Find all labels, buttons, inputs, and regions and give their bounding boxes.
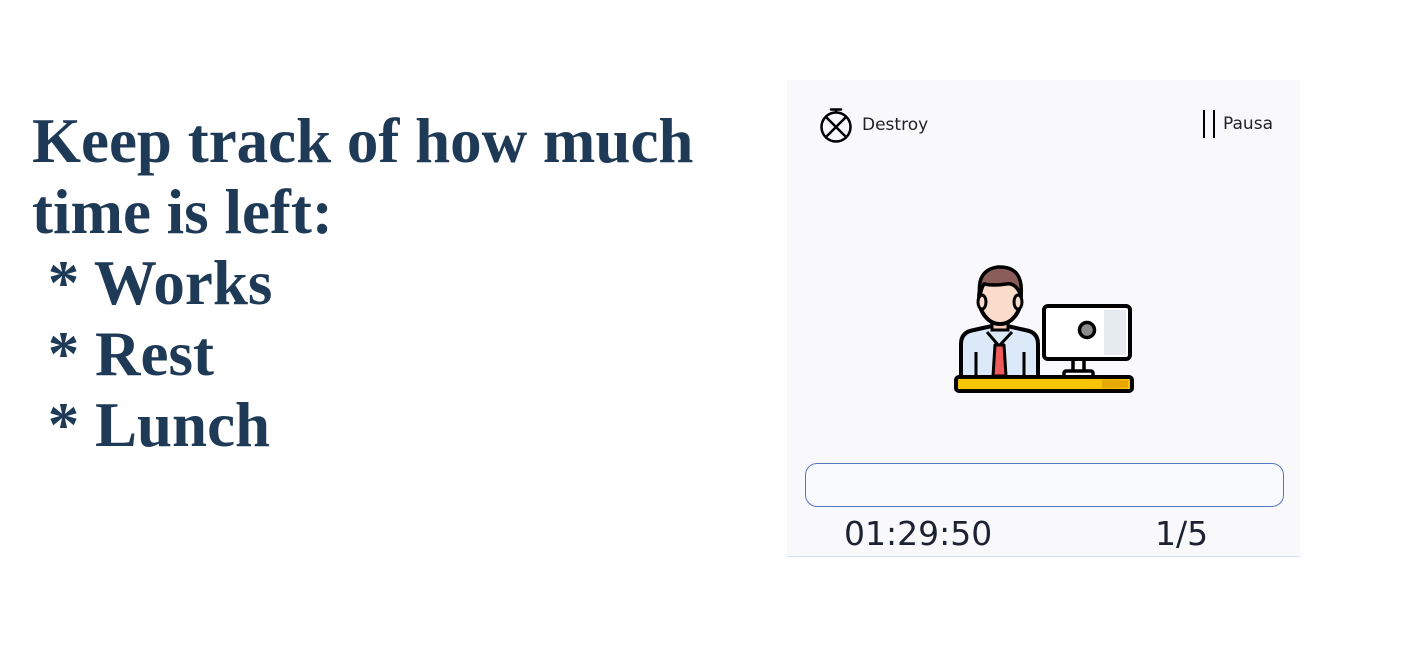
headline-line: * Lunch xyxy=(32,390,271,460)
timer-widget: Destroy Pausa 01:29:50 1/5 xyxy=(787,80,1300,557)
headline-line: Keep track of how much xyxy=(32,106,694,176)
headline-line: * Rest xyxy=(32,319,214,389)
pause-label: Pausa xyxy=(1223,114,1273,134)
headline: Keep track of how much time is left: * W… xyxy=(32,106,693,461)
office-worker-icon xyxy=(954,265,1134,393)
destroy-label: Destroy xyxy=(862,115,929,135)
pause-button[interactable]: Pausa xyxy=(1201,109,1273,139)
headline-line: time is left: xyxy=(32,177,333,247)
timer-display: 01:29:50 xyxy=(844,514,993,553)
progress-bar xyxy=(805,463,1284,507)
timer-cancel-icon xyxy=(820,108,852,143)
headline-line: * Works xyxy=(32,248,273,318)
pause-icon xyxy=(1203,110,1216,138)
destroy-button[interactable]: Destroy xyxy=(819,107,928,143)
session-counter: 1/5 xyxy=(1155,514,1209,553)
